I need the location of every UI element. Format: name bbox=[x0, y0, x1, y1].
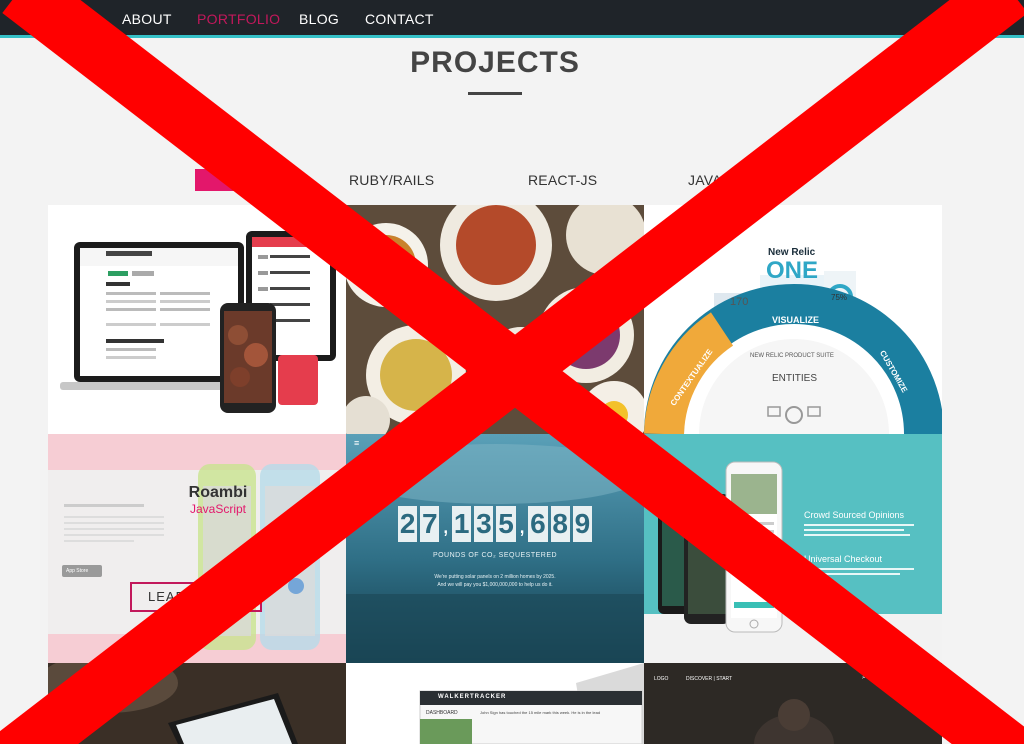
counter-separator: , bbox=[442, 512, 450, 539]
counter-digit: 9 bbox=[572, 506, 592, 542]
title-underline bbox=[468, 92, 522, 95]
dark-tile-logo: LOGO bbox=[654, 676, 669, 682]
food-photo-image bbox=[346, 205, 644, 434]
filter-javascript[interactable]: JAVASCRIPT bbox=[688, 172, 774, 188]
feature-heading-checkout: Universal Checkout bbox=[804, 554, 883, 564]
phones-mockup-image bbox=[658, 461, 914, 633]
project-tile-solar-counter[interactable]: ≡ 2 7 , 1 3 5 , 6 8 9 POUNDS OF CO₂ SEQU… bbox=[346, 434, 644, 663]
counter-digit: 7 bbox=[420, 506, 440, 542]
project-tile-roambi[interactable]: Roambi JavaScript App Store LEARN MORE bbox=[48, 434, 346, 663]
project-tile-new-relic[interactable]: New Relic ONE 170 75% VISUALIZE CONTEXTU… bbox=[644, 205, 942, 434]
walkertracker-tab: DASHBOARD bbox=[426, 710, 458, 716]
project-name: Roambi bbox=[188, 484, 248, 501]
counter-line-1: We're putting solar panels on 2 million … bbox=[434, 574, 556, 580]
project-tile-dark-landing[interactable]: LOGO DISCOVER | START ⌕ SIGN bbox=[644, 663, 942, 744]
counter-digit: 6 bbox=[528, 506, 548, 542]
counter-digit: 3 bbox=[474, 506, 494, 542]
filter-react-js[interactable]: REACT-JS bbox=[528, 172, 597, 188]
menu-icon[interactable]: ≡ bbox=[354, 438, 359, 448]
counter-caption: POUNDS OF CO₂ SEQUESTERED bbox=[432, 552, 558, 559]
page-title: PROJECTS bbox=[410, 46, 580, 79]
ring-visualize-label: VISUALIZE bbox=[772, 315, 820, 325]
counter-digit: 2 bbox=[398, 506, 418, 542]
counter-line-2: And we will pay you $1,000,000,000 to he… bbox=[437, 582, 553, 588]
new-relic-suite-label: NEW RELIC PRODUCT SUITE bbox=[750, 353, 834, 359]
nav-portfolio-link[interactable]: PORTFOLIO bbox=[197, 11, 280, 27]
top-navbar: HOME ABOUT PORTFOLIO BLOG CONTACT bbox=[0, 0, 1024, 38]
new-relic-product: ONE bbox=[766, 257, 819, 284]
project-tile-crowd-opinions[interactable]: Crowd Sourced Opinions Universal Checkou… bbox=[644, 434, 942, 663]
project-tile-tablet-photo[interactable] bbox=[48, 663, 346, 744]
roambi-phones-image bbox=[62, 464, 320, 650]
learn-more-button[interactable]: LEARN MORE bbox=[130, 582, 262, 612]
entities-label: ENTITIES bbox=[772, 373, 818, 384]
feature-heading-crowd: Crowd Sourced Opinions bbox=[804, 510, 905, 520]
counter-separator: , bbox=[518, 512, 526, 539]
co2-counter: 2 7 , 1 3 5 , 6 8 9 bbox=[398, 506, 592, 542]
nav-home-link[interactable]: HOME bbox=[48, 11, 91, 27]
counter-digit: 8 bbox=[550, 506, 570, 542]
project-tile-food-photo[interactable] bbox=[346, 205, 644, 434]
nav-about-link[interactable]: ABOUT bbox=[122, 11, 172, 27]
nav-contact-link[interactable]: CONTACT bbox=[365, 11, 434, 27]
new-relic-percent: 75% bbox=[831, 293, 848, 302]
walkertracker-message: John Sign has touched the 15 mile mark t… bbox=[480, 710, 601, 715]
walkertracker-brand: WALKERTRACKER bbox=[438, 694, 507, 700]
nav-blog-link[interactable]: BLOG bbox=[299, 11, 339, 27]
project-tile-walkertracker[interactable]: WALKERTRACKER DASHBOARD John Sign has to… bbox=[346, 663, 644, 744]
project-tech: JavaScript bbox=[189, 502, 247, 516]
project-tile-restaurant-app[interactable] bbox=[48, 205, 346, 434]
new-relic-stat: 170 bbox=[730, 296, 749, 308]
walkertracker-screenshot bbox=[419, 663, 644, 744]
tablet-photo-image bbox=[48, 663, 346, 744]
filter-ruby-rails[interactable]: RUBY/RAILS bbox=[349, 172, 434, 188]
city-sky-image bbox=[346, 434, 644, 663]
app-store-badge: App Store bbox=[66, 568, 89, 574]
counter-digit: 1 bbox=[452, 506, 472, 542]
search-icon: ⌕ bbox=[862, 674, 866, 681]
dark-tile-nav: DISCOVER | START bbox=[686, 676, 733, 682]
counter-digit: 5 bbox=[496, 506, 516, 542]
device-mockup-image bbox=[60, 231, 336, 413]
dark-tile-sign: SIGN bbox=[886, 676, 899, 682]
filter-all-button[interactable] bbox=[195, 169, 281, 191]
